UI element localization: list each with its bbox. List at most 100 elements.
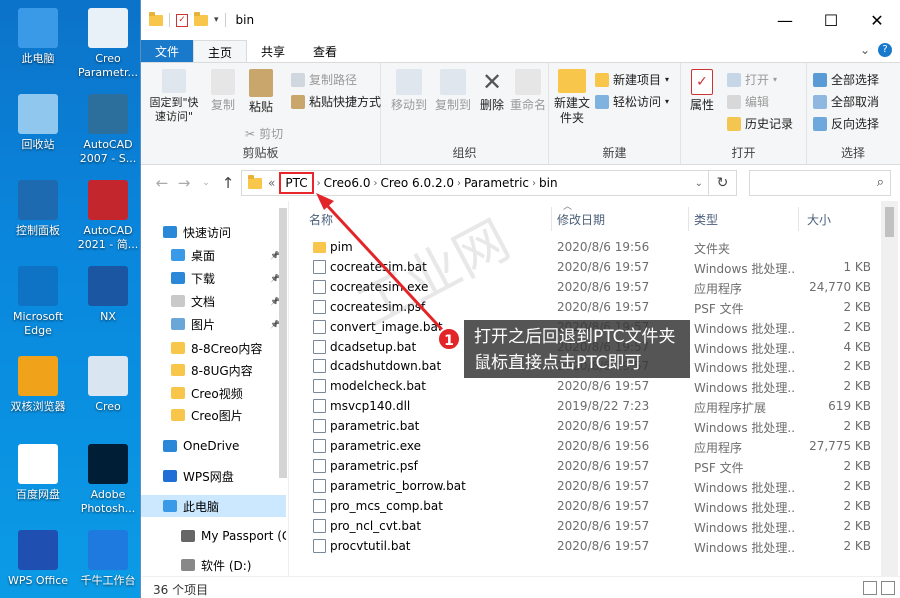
table-row[interactable]: parametric_borrow.bat 2020/8/6 19:57 Windo…	[301, 476, 881, 496]
chevron-right-icon[interactable]: ›	[532, 178, 536, 189]
select-none-button[interactable]: 全部取消	[813, 93, 879, 110]
nav-item[interactable]: WPS网盘	[141, 465, 286, 487]
breadcrumb-bin[interactable]: bin	[539, 176, 558, 190]
table-row[interactable]: cocreatesim.bat 2020/8/6 19:57 Windows 批处理…	[301, 257, 881, 277]
table-row[interactable]: modelcheck.bat 2020/8/6 19:57 Windows 批处理.…	[301, 376, 881, 396]
desktop-shortcut[interactable]: 千牛工作台	[74, 530, 142, 588]
open-button[interactable]: 打开 ▾	[727, 71, 777, 88]
column-type[interactable]: 类型	[694, 211, 718, 228]
nav-item[interactable]: 文档 📌	[141, 290, 286, 312]
nav-item[interactable]: 图片 📌	[141, 313, 286, 335]
large-icons-view-icon[interactable]	[881, 581, 895, 595]
up-arrow-icon[interactable]: ↑	[217, 174, 239, 192]
table-row[interactable]: pro_mcs_comp.bat 2020/8/6 19:57 Windows 批处…	[301, 496, 881, 516]
nav-item[interactable]: Creo视频	[141, 382, 286, 404]
nav-scroll-thumb[interactable]	[279, 208, 287, 478]
tab-view[interactable]: 查看	[299, 40, 351, 62]
history-button[interactable]: 历史记录	[727, 115, 793, 132]
breadcrumb-creo-6020[interactable]: Creo 6.0.2.0	[380, 176, 454, 190]
chevron-right-icon[interactable]: ›	[317, 178, 321, 189]
rename-button[interactable]: 重命名	[509, 69, 547, 113]
divider[interactable]	[551, 207, 552, 231]
nav-item[interactable]: 下载 📌	[141, 267, 286, 289]
desktop-shortcut[interactable]: Creo	[74, 356, 142, 414]
pin-quick-access-button[interactable]: 固定到"快速访问"	[145, 69, 203, 124]
folder-icon[interactable]	[149, 11, 163, 26]
maximize-button[interactable]: ☐	[808, 0, 854, 40]
desktop-shortcut[interactable]: Microsoft Edge	[4, 266, 72, 338]
back-arrow-icon[interactable]: ←	[151, 174, 173, 192]
nav-item[interactable]: 快速访问	[141, 221, 286, 243]
desktop-shortcut[interactable]: 双核浏览器	[4, 356, 72, 414]
address-bar[interactable]: « PTC › Creo6.0 › Creo 6.0.2.0 › Paramet…	[241, 170, 709, 196]
table-row[interactable]: parametric.bat 2020/8/6 19:57 Windows 批处理.…	[301, 416, 881, 436]
nav-item[interactable]: 8-8Creo内容	[141, 337, 286, 359]
tab-home[interactable]: 主页	[193, 40, 248, 62]
table-row[interactable]: procvtutil.bat 2020/8/6 19:57 Windows 批处理.…	[301, 536, 881, 556]
invert-selection-button[interactable]: 反向选择	[813, 115, 879, 132]
desktop-shortcut[interactable]: Creo Parametr...	[74, 8, 142, 80]
move-to-button[interactable]: 移动到	[389, 69, 429, 113]
forward-arrow-icon[interactable]: →	[173, 174, 195, 192]
customize-dropdown-icon[interactable]: ▾	[214, 15, 219, 25]
breadcrumb-ptc[interactable]: PTC	[279, 172, 314, 194]
easy-access-button[interactable]: 轻松访问 ▾	[595, 93, 669, 110]
copy-button[interactable]: 复制	[207, 69, 239, 113]
desktop-shortcut[interactable]: AutoCAD 2007 - S...	[74, 94, 142, 166]
chevron-right-icon[interactable]: ›	[373, 178, 377, 189]
divider[interactable]	[798, 207, 799, 231]
nav-item[interactable]: 8-8UG内容	[141, 359, 286, 381]
breadcrumb-creo6[interactable]: Creo6.0	[324, 176, 371, 190]
tab-share[interactable]: 共享	[247, 40, 299, 62]
column-size[interactable]: 大小	[807, 211, 831, 228]
recent-dropdown-icon[interactable]: ⌄	[195, 178, 217, 188]
nav-item[interactable]: Creo图片	[141, 404, 286, 426]
paste-shortcut-button[interactable]: 粘贴快捷方式	[291, 93, 381, 110]
table-row[interactable]: parametric.exe 2020/8/6 19:56 应用程序 27,775 K…	[301, 436, 881, 456]
paste-button[interactable]: 粘贴	[245, 69, 277, 115]
table-row[interactable]: pim 2020/8/6 19:56 文件夹	[301, 237, 881, 257]
table-row[interactable]: cocreatesim.exe 2020/8/6 19:57 应用程序 24,770 …	[301, 277, 881, 297]
desktop-shortcut[interactable]: NX	[74, 266, 142, 324]
edit-button[interactable]: 编辑	[727, 93, 769, 110]
properties-check-icon[interactable]: ✓	[176, 13, 188, 27]
delete-button[interactable]: ✕ 删除	[477, 69, 507, 113]
chevron-right-icon[interactable]: ›	[457, 178, 461, 189]
nav-item[interactable]: 软件 (D:)	[141, 554, 286, 576]
table-row[interactable]: parametric.psf 2020/8/6 19:57 PSF 文件 2 KB	[301, 456, 881, 476]
cut-button[interactable]: ✂ 剪切	[245, 125, 283, 142]
table-row[interactable]: msvcp140.dll 2019/8/22 7:23 应用程序扩展 619 KB	[301, 396, 881, 416]
divider[interactable]	[688, 207, 689, 231]
new-folder-button[interactable]: 新建文件夹	[553, 69, 591, 126]
help-icon[interactable]: ?	[878, 43, 892, 57]
new-folder-icon[interactable]	[194, 11, 208, 26]
table-row[interactable]: cocreatesim.psf 2020/8/6 19:57 PSF 文件 2 KB	[301, 297, 881, 317]
address-dropdown-icon[interactable]: ⌄	[695, 178, 703, 189]
select-all-button[interactable]: 全部选择	[813, 71, 879, 88]
nav-item[interactable]: My Passport (G:	[141, 525, 286, 547]
properties-button[interactable]: ✓ 属性	[685, 69, 719, 113]
table-row[interactable]: pro_ncl_cvt.bat 2020/8/6 19:57 Windows 批处理…	[301, 516, 881, 536]
new-item-button[interactable]: 新建项目 ▾	[595, 71, 669, 88]
desktop-shortcut[interactable]: 此电脑	[4, 8, 72, 66]
desktop-shortcut[interactable]: 回收站	[4, 94, 72, 152]
close-button[interactable]: ✕	[854, 0, 900, 40]
nav-item[interactable]: OneDrive	[141, 435, 286, 457]
file-list-scrollbar[interactable]	[881, 201, 898, 576]
desktop-shortcut[interactable]: 控制面板	[4, 180, 72, 238]
minimize-button[interactable]: —	[762, 0, 808, 40]
details-view-icon[interactable]	[863, 581, 877, 595]
nav-scrollbar[interactable]	[277, 208, 288, 558]
copy-path-button[interactable]: 复制路径	[291, 71, 357, 88]
column-name[interactable]: 名称	[309, 211, 333, 228]
refresh-button[interactable]: ↻	[709, 170, 737, 196]
desktop-shortcut[interactable]: 百度网盘	[4, 444, 72, 502]
desktop-shortcut[interactable]: WPS Office	[4, 530, 72, 588]
search-input[interactable]: ⌕	[749, 170, 891, 196]
breadcrumb-parametric[interactable]: Parametric	[464, 176, 529, 190]
overflow-chevron[interactable]: «	[268, 176, 275, 190]
tab-file[interactable]: 文件	[141, 40, 194, 62]
nav-item[interactable]: 桌面 📌	[141, 244, 286, 266]
copy-to-button[interactable]: 复制到	[433, 69, 473, 113]
nav-item[interactable]: 此电脑	[141, 495, 286, 517]
